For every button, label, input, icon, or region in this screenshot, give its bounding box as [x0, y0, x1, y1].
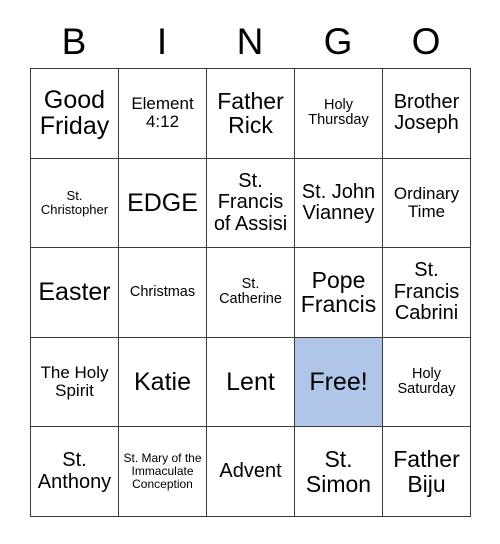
bingo-cell-r5-c4[interactable]: St. Simon: [295, 427, 383, 517]
bingo-cell-label: EDGE: [127, 188, 198, 217]
bingo-free-space-cell[interactable]: Free!: [295, 337, 383, 428]
bingo-cell-r3-c1[interactable]: Easter: [31, 248, 119, 338]
bingo-cell-r3-c4[interactable]: Pope Francis: [295, 248, 383, 338]
bingo-cell-r1-c5[interactable]: Brother Joseph: [383, 69, 471, 159]
bingo-cell-r1-c4[interactable]: Holy Thursday: [295, 69, 383, 159]
bingo-cell-label: Ordinary Time: [393, 183, 460, 221]
bingo-cell-r2-c2[interactable]: EDGE: [119, 158, 207, 249]
bingo-cell-label: St. Catherine: [219, 275, 282, 308]
bingo-card: B I N G O Good Friday Element 4:12 Father Rick…: [0, 0, 500, 544]
bingo-cell-r4-c5[interactable]: Holy Saturday: [383, 337, 471, 428]
bingo-cell-label: St. Mary of the Immaculate Conception: [123, 450, 202, 492]
bingo-cell-label: St. Francis Cabrini: [393, 259, 460, 325]
bingo-cell-label: Brother Joseph: [393, 90, 460, 135]
bingo-cell-r5-c2[interactable]: St. Mary of the Immaculate Conception: [119, 427, 207, 517]
bingo-cell-r1-c2[interactable]: Element 4:12: [119, 69, 207, 159]
bingo-grid: Good Friday Element 4:12 Father Rick Holy T…: [30, 68, 471, 517]
bingo-cell-label: Pope Francis: [300, 266, 377, 318]
bingo-cell-label: Holy Saturday: [397, 365, 456, 398]
bingo-cell-label: Father Biju: [393, 446, 460, 497]
bingo-cell-r4-c1[interactable]: The Holy Spirit: [31, 337, 119, 428]
bingo-cell-r4-c2[interactable]: Katie: [119, 337, 207, 428]
bingo-cell-label: St. Francis of Assisi: [213, 169, 288, 235]
bingo-cell-label: Advent: [219, 459, 282, 482]
bingo-cell-r3-c2[interactable]: Christmas: [119, 248, 207, 338]
bingo-cell-label: Lent: [226, 367, 275, 396]
bingo-cell-label: Father Rick: [217, 87, 284, 139]
bingo-cell-r3-c5[interactable]: St. Francis Cabrini: [383, 248, 471, 338]
bingo-cell-label: Holy Thursday: [308, 96, 369, 129]
bingo-cell-r2-c4[interactable]: St. John Vianney: [295, 158, 383, 249]
bingo-cell-r2-c3[interactable]: St. Francis of Assisi: [207, 158, 295, 249]
bingo-cell-label: Good Friday: [39, 85, 110, 141]
bingo-cell-label: St. Anthony: [37, 449, 112, 493]
bingo-cell-label: Element 4:12: [131, 94, 194, 132]
bingo-cell-label: Free!: [309, 367, 368, 396]
bingo-header-letter-i: I: [156, 20, 168, 62]
bingo-cell-label: St. Simon: [305, 446, 372, 497]
bingo-header-letter-n: N: [236, 20, 264, 62]
bingo-cell-r1-c1[interactable]: Good Friday: [31, 69, 119, 159]
bingo-cell-r2-c1[interactable]: St. Christopher: [31, 158, 119, 249]
bingo-header-letter-g: G: [323, 20, 353, 62]
bingo-cell-r5-c3[interactable]: Advent: [207, 427, 295, 517]
bingo-cell-r2-c5[interactable]: Ordinary Time: [383, 158, 471, 249]
bingo-cell-label: St. Christopher: [40, 187, 109, 217]
bingo-cell-label: The Holy Spirit: [40, 362, 109, 401]
bingo-cell-r5-c5[interactable]: Father Biju: [383, 427, 471, 517]
bingo-header-row: BINGO: [30, 14, 470, 68]
bingo-cell-r3-c3[interactable]: St. Catherine: [207, 248, 295, 338]
bingo-header-letter-o: O: [411, 20, 441, 62]
bingo-cell-label: Easter: [38, 278, 111, 307]
bingo-cell-r1-c3[interactable]: Father Rick: [207, 69, 295, 159]
bingo-header-letter-b: B: [61, 20, 87, 62]
bingo-cell-label: Christmas: [129, 283, 196, 300]
bingo-cell-r5-c1[interactable]: St. Anthony: [31, 427, 119, 517]
bingo-cell-label: St. John Vianney: [301, 180, 376, 224]
bingo-cell-r4-c3[interactable]: Lent: [207, 337, 295, 428]
bingo-cell-label: Katie: [134, 367, 191, 396]
